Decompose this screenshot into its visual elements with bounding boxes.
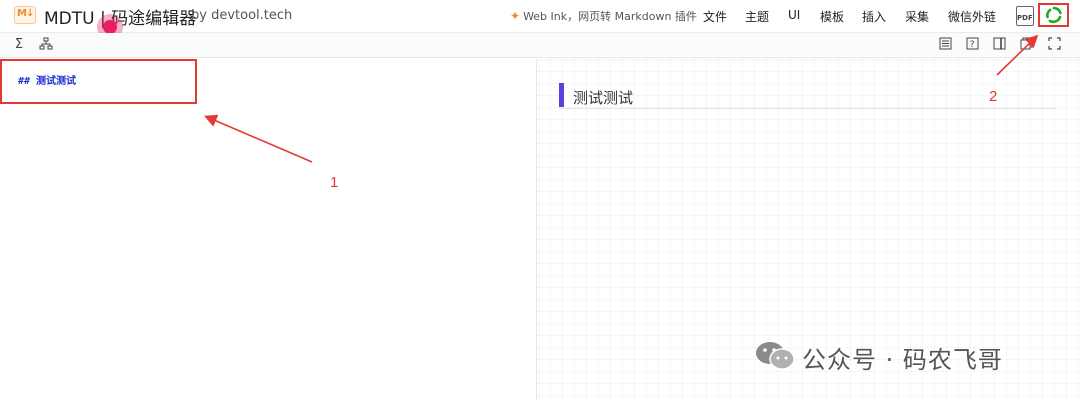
- wechat-icon: [756, 342, 795, 370]
- app-header: M↓ MDTU | 码途编辑器 by devtool.tech ✦ Web Ink…: [0, 0, 1080, 33]
- document-glyph: [939, 37, 951, 50]
- app-byline[interactable]: by devtool.tech: [191, 8, 292, 23]
- help-icon[interactable]: ?: [964, 37, 980, 53]
- markdown-logo-icon[interactable]: M↓: [14, 6, 36, 24]
- copy-glyph: [1020, 37, 1032, 50]
- markdown-editor[interactable]: ## 测试测试: [0, 59, 537, 400]
- sitemap-icon[interactable]: [38, 37, 54, 53]
- menu-template[interactable]: 模板: [820, 8, 844, 25]
- menu-theme[interactable]: 主题: [745, 8, 769, 25]
- menu-file[interactable]: 文件: [703, 8, 727, 25]
- fullscreen-glyph: [1047, 37, 1061, 50]
- share-recycle-icon: [1046, 6, 1062, 24]
- menu-ui[interactable]: UI: [788, 8, 800, 22]
- annotation-box-editor: [0, 59, 197, 104]
- split-view-glyph: [993, 37, 1005, 50]
- webink-link[interactable]: ✦ Web Ink，网页转 Markdown 插件: [510, 8, 697, 24]
- menu-wechat-links[interactable]: 微信外链: [948, 8, 996, 25]
- fullscreen-icon[interactable]: [1046, 37, 1062, 53]
- watermark-text: 公众号 · 码农飞哥: [802, 346, 1003, 374]
- split-view-icon[interactable]: [991, 37, 1007, 53]
- preview-heading: 测试测试: [559, 83, 1056, 109]
- annotation-label-2: 2: [989, 88, 998, 105]
- sparkle-icon: ✦: [510, 9, 521, 23]
- copy-icon[interactable]: [1018, 37, 1034, 53]
- heading-accent-bar: [559, 83, 564, 107]
- preview-heading-text: 测试测试: [573, 89, 634, 107]
- annotation-label-1: 1: [330, 174, 339, 191]
- help-glyph: ?: [966, 37, 978, 50]
- menu-collect[interactable]: 采集: [905, 8, 929, 25]
- sitemap-glyph: [39, 37, 53, 50]
- editor-toolbar: Σ ?: [0, 33, 1080, 58]
- svg-text:?: ?: [969, 40, 974, 50]
- sigma-icon[interactable]: Σ: [11, 37, 27, 53]
- document-icon[interactable]: [937, 37, 953, 53]
- menu-insert[interactable]: 插入: [862, 8, 886, 25]
- share-button[interactable]: [1038, 3, 1069, 27]
- pdf-icon[interactable]: PDF: [1016, 6, 1034, 26]
